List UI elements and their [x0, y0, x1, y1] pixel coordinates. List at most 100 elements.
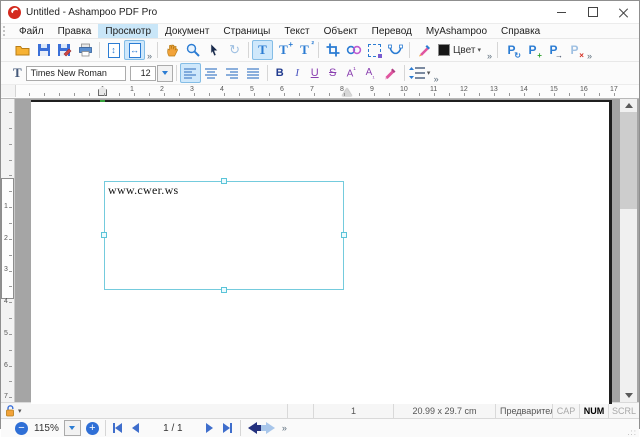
font-name-combobox[interactable]: Times New Roman: [25, 65, 126, 81]
fit-height-button[interactable]: ↕: [103, 40, 124, 60]
zoom-group-overflow[interactable]: »: [145, 51, 154, 61]
subscript-button[interactable]: A₁: [361, 63, 380, 83]
ruler-number: 6: [4, 362, 8, 369]
line-spacing-button[interactable]: ▾: [408, 63, 432, 83]
hand-icon: [166, 44, 178, 57]
add-text-button[interactable]: T +: [273, 40, 294, 60]
toolbar-separator: [409, 42, 411, 58]
ruler-tick: [599, 93, 600, 96]
bold-button[interactable]: B: [271, 63, 289, 83]
ruler-number: 1: [130, 86, 134, 93]
align-center-button[interactable]: [201, 63, 222, 83]
format-group-overflow[interactable]: »: [432, 74, 441, 84]
history-forward-button[interactable]: [261, 421, 280, 435]
first-page-button[interactable]: [109, 421, 127, 435]
menubar-grip[interactable]: [3, 26, 10, 36]
last-page-button[interactable]: [219, 421, 237, 435]
minimize-button[interactable]: [546, 1, 577, 23]
next-page-button[interactable]: [201, 421, 219, 435]
move-page-button[interactable]: P →: [543, 40, 564, 60]
close-button[interactable]: [608, 1, 639, 23]
menu-translate[interactable]: Перевод: [365, 24, 419, 38]
align-left-button[interactable]: [179, 63, 201, 83]
ruler-tick: [179, 93, 180, 96]
marquee-select-button[interactable]: [364, 40, 385, 60]
vertical-scrollbar[interactable]: [620, 99, 637, 402]
color-group-overflow[interactable]: »: [485, 51, 494, 61]
align-right-button[interactable]: [222, 63, 243, 83]
resize-handle-top[interactable]: [221, 178, 227, 184]
ruler-number: 12: [460, 86, 468, 93]
ruler-tick: [269, 93, 270, 96]
fit-width-button[interactable]: ↔: [124, 40, 145, 60]
ruler-tick: [224, 93, 225, 96]
underline-button[interactable]: U: [306, 63, 324, 83]
indent-marker[interactable]: [98, 86, 107, 96]
previous-page-button[interactable]: [127, 421, 145, 435]
font-size-dropdown-button[interactable]: [156, 64, 173, 82]
selected-textbox[interactable]: www.cwer.ws: [104, 181, 344, 290]
delete-page-button[interactable]: P ×: [564, 40, 585, 60]
print-button[interactable]: [75, 40, 96, 60]
ruler-number: 5: [250, 86, 254, 93]
scroll-up-button[interactable]: [620, 99, 637, 112]
ruler-vertical: 1 2 3 4 5 6 7: [1, 99, 15, 402]
page-group-overflow[interactable]: »: [585, 51, 594, 61]
nav-group-overflow[interactable]: »: [280, 423, 289, 433]
textbox-text[interactable]: www.cwer.ws: [105, 182, 343, 198]
open-button[interactable]: [12, 40, 33, 60]
ruler-tick: [9, 207, 12, 208]
menu-object[interactable]: Объект: [317, 24, 365, 38]
text-superscript-tool-button[interactable]: T ²: [294, 40, 315, 60]
text-tool-button[interactable]: T: [252, 40, 274, 60]
menu-myashampoo[interactable]: MyAshampoo: [419, 24, 494, 38]
ruler-number: 6: [280, 86, 284, 93]
menu-pages[interactable]: Страницы: [216, 24, 277, 38]
save-as-button[interactable]: [54, 40, 75, 60]
rotate-tool-button[interactable]: ↻: [224, 40, 245, 60]
ruler-tick: [74, 93, 75, 96]
history-back-button[interactable]: [244, 421, 263, 435]
maximize-button[interactable]: [577, 1, 608, 23]
resize-handle-right[interactable]: [341, 232, 347, 238]
select-tool-button[interactable]: [203, 40, 224, 60]
link-tool-button[interactable]: [343, 40, 364, 60]
menu-file[interactable]: Файл: [12, 24, 51, 38]
font-size-field[interactable]: 12: [129, 65, 156, 81]
toolbar-separator: [157, 42, 159, 58]
menu-document[interactable]: Документ: [158, 24, 216, 38]
menu-text[interactable]: Текст: [277, 24, 316, 38]
document-area: www.cwer.ws 1 2 3 4 5 6 7: [1, 99, 639, 404]
align-left-icon: [184, 67, 197, 79]
color-picker-pen-button[interactable]: [413, 40, 434, 60]
color-button[interactable]: Цвет ▾: [434, 40, 485, 60]
zoom-in-button[interactable]: +: [85, 421, 99, 435]
scrollbar-thumb[interactable]: [620, 112, 637, 209]
ruler-number: 11: [430, 86, 438, 93]
menu-help[interactable]: Справка: [494, 24, 547, 38]
menu-view[interactable]: Просмотр: [98, 24, 159, 38]
add-page-button[interactable]: P +: [522, 40, 543, 60]
chevron-down-icon: ▾: [426, 70, 431, 77]
resize-grip[interactable]: .::: [627, 428, 637, 437]
resize-handle-bottom[interactable]: [221, 287, 227, 293]
save-button[interactable]: [33, 40, 54, 60]
menu-edit[interactable]: Правка: [51, 24, 99, 38]
superscript-button[interactable]: A¹: [342, 63, 361, 83]
resize-handle-left[interactable]: [101, 232, 107, 238]
italic-button[interactable]: I: [289, 63, 306, 83]
crop-tool-button[interactable]: [322, 40, 343, 60]
hand-tool-button[interactable]: [161, 40, 182, 60]
triangle-left-icon: [115, 423, 123, 433]
rotate-page-button[interactable]: P ↻: [501, 40, 522, 60]
highlighter-button[interactable]: [380, 63, 401, 83]
lock-button[interactable]: ▾: [1, 404, 22, 417]
fit-height-icon: ↕: [107, 42, 120, 58]
align-justify-button[interactable]: [243, 63, 264, 83]
zoom-tool-button[interactable]: [182, 40, 203, 60]
strikethrough-button[interactable]: S: [324, 63, 342, 83]
zoom-out-button[interactable]: −: [15, 421, 28, 435]
curve-tool-button[interactable]: [385, 40, 406, 60]
scroll-down-button[interactable]: [620, 389, 637, 402]
zoom-dropdown-button[interactable]: [63, 420, 81, 436]
